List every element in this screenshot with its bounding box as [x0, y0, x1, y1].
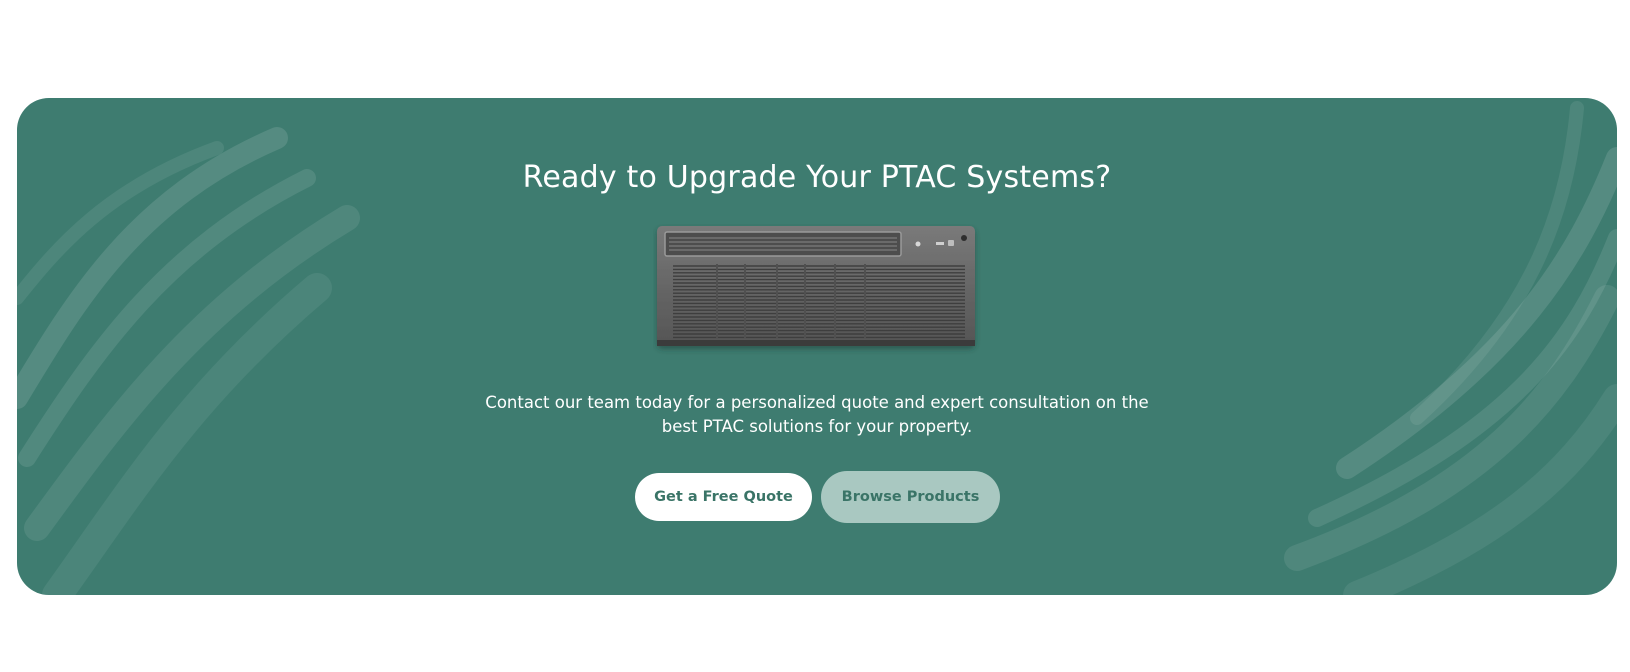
cta-banner: Ready to Upgrade Your PTAC Systems? Cont… [17, 98, 1617, 595]
ptac-unit-illustration-icon [657, 226, 975, 346]
cta-description: Contact our team today for a personalize… [485, 393, 1149, 436]
get-free-quote-button[interactable]: Get a Free Quote [635, 473, 812, 521]
cta-content: Ready to Upgrade Your PTAC Systems? Cont… [17, 98, 1617, 595]
cta-title: Ready to Upgrade Your PTAC Systems? [522, 160, 1112, 195]
browse-products-button[interactable]: Browse Products [821, 471, 1000, 523]
